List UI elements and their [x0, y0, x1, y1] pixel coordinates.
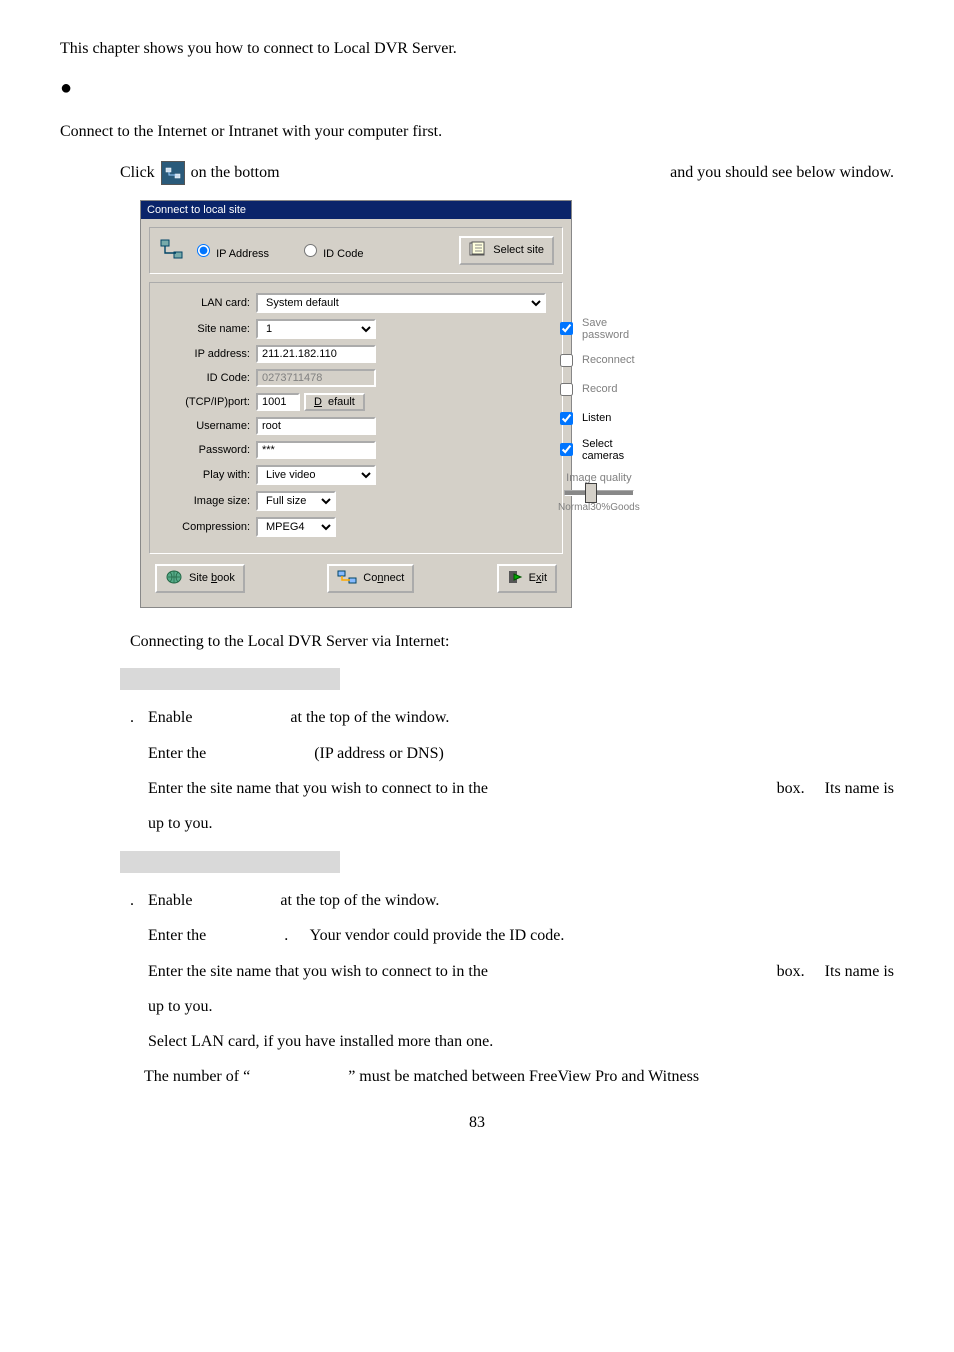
- match-note-a: The number of “: [144, 1068, 250, 1085]
- enter-b2: Your vendor could provide the ID code.: [310, 927, 565, 944]
- slider-left-label: Normal: [558, 502, 590, 513]
- list-dot-2: .: [130, 892, 134, 909]
- enable-text-a2: at the top of the window.: [290, 709, 449, 726]
- compression-label: Compression:: [160, 521, 256, 533]
- connect-button[interactable]: Connect: [327, 564, 414, 593]
- network-icon: [158, 236, 186, 264]
- default-port-button[interactable]: Default: [304, 393, 365, 411]
- intro-text: This chapter shows you how to connect to…: [60, 40, 894, 58]
- match-note-b: ” must be matched between FreeView Pro a…: [348, 1068, 699, 1085]
- radio-ip-address[interactable]: IP Address: [192, 241, 269, 260]
- image-size-select[interactable]: Full size: [256, 491, 336, 511]
- section-bar-2: [120, 851, 340, 873]
- upto-b: up to you.: [148, 989, 894, 1024]
- radio-id-code[interactable]: ID Code: [299, 241, 363, 260]
- slider-right-label: Goods: [610, 502, 639, 513]
- click-prefix: Click: [120, 159, 155, 188]
- image-quality-slider[interactable]: Image quality Normal 30% Goods: [556, 472, 642, 513]
- dialog-title: Connect to local site: [141, 201, 571, 219]
- username-input[interactable]: [256, 417, 376, 435]
- record-checkbox[interactable]: Record: [556, 380, 642, 399]
- sitebox-b3: Its name is: [825, 954, 894, 989]
- click-suffix: and you should see below window.: [670, 159, 894, 188]
- enable-b1: Enable: [148, 892, 192, 909]
- lan-select-note: Select LAN card, if you have installed m…: [148, 1024, 894, 1059]
- section-bar-1: [120, 668, 340, 690]
- listen-checkbox[interactable]: Listen: [556, 409, 642, 428]
- slider-thumb[interactable]: [585, 483, 597, 503]
- enter-a2: (IP address or DNS): [314, 745, 444, 762]
- image-quality-label: Image quality: [556, 472, 642, 484]
- save-password-checkbox[interactable]: Save password: [556, 317, 642, 341]
- play-with-label: Play with:: [160, 469, 256, 481]
- enter-b-dot: .: [284, 927, 288, 944]
- step1-text: Connect to the Internet or Intranet with…: [60, 118, 894, 147]
- image-size-label: Image size:: [160, 495, 256, 507]
- enable-b2: at the top of the window.: [280, 892, 439, 909]
- exit-button[interactable]: Exit: [497, 564, 557, 593]
- lan-card-select[interactable]: System default: [256, 293, 546, 313]
- enter-a1: Enter the: [148, 745, 206, 762]
- bullet-icon: ●: [60, 78, 72, 98]
- ip-address-label: IP address:: [160, 348, 256, 360]
- lan-card-label: LAN card:: [160, 297, 256, 309]
- ip-address-input[interactable]: [256, 345, 376, 363]
- port-input[interactable]: [256, 393, 300, 411]
- select-site-button[interactable]: Select site: [459, 236, 554, 265]
- select-cameras-checkbox[interactable]: Select cameras: [556, 438, 642, 462]
- site-name-label: Site name:: [160, 323, 256, 335]
- reconnect-checkbox[interactable]: Reconnect: [556, 351, 642, 370]
- enable-text-a1: Enable: [148, 709, 192, 726]
- page-number: 83: [60, 1114, 894, 1132]
- id-code-label: ID Code:: [160, 372, 256, 384]
- port-label: (TCP/IP)port:: [160, 396, 256, 408]
- sitebox-b2: box.: [777, 954, 805, 989]
- sitebook-icon: [469, 241, 487, 260]
- password-label: Password:: [160, 444, 256, 456]
- connect-icon: [337, 569, 357, 588]
- list-dot: .: [130, 709, 134, 726]
- id-code-input: [256, 369, 376, 387]
- sitebox-b1: Enter the site name that you wish to con…: [148, 954, 488, 989]
- click-mid: on the bottom: [191, 159, 280, 188]
- sitebox-a3: Its name is: [825, 771, 894, 806]
- site-name-select[interactable]: 1: [256, 319, 376, 339]
- password-input[interactable]: [256, 441, 376, 459]
- connect-toolbar-icon: [161, 161, 185, 185]
- slider-mid-label: 30%: [590, 502, 610, 513]
- enter-b1: Enter the: [148, 927, 206, 944]
- site-book-button[interactable]: Site book: [155, 564, 245, 593]
- play-with-select[interactable]: Live video: [256, 465, 376, 485]
- sitebox-a1: Enter the site name that you wish to con…: [148, 771, 488, 806]
- connect-dialog: Connect to local site IP Address ID Code…: [140, 200, 572, 608]
- book-icon: [165, 569, 183, 588]
- upto-a: up to you.: [148, 806, 894, 841]
- connecting-caption: Connecting to the Local DVR Server via I…: [130, 628, 894, 657]
- exit-icon: [507, 569, 523, 588]
- dialog-top-panel: IP Address ID Code Select site: [149, 227, 563, 274]
- username-label: Username:: [160, 420, 256, 432]
- sitebox-a2: box.: [777, 771, 805, 806]
- compression-select[interactable]: MPEG4: [256, 517, 336, 537]
